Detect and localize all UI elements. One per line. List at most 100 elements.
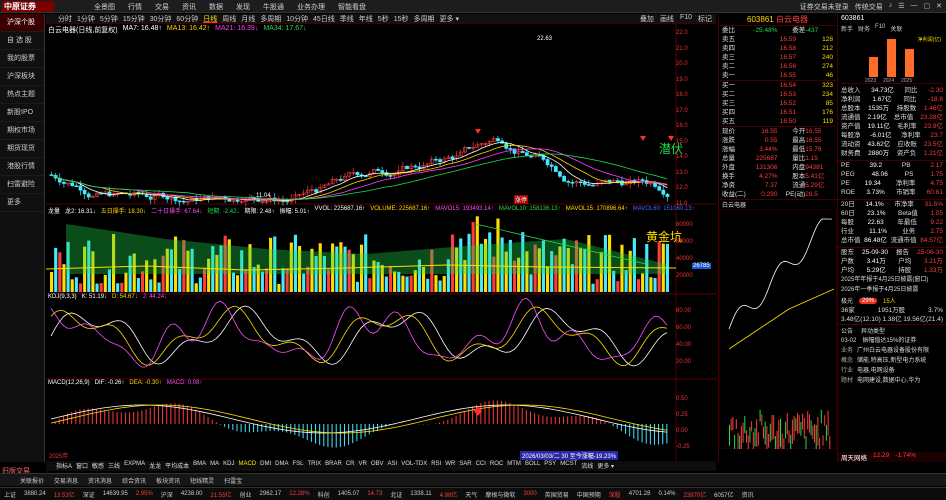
indicator-tab[interactable]: TRIX [308, 461, 322, 471]
indicator-tab[interactable]: 更多 ▾ [597, 461, 614, 471]
indicator-tab[interactable]: 龙龙 [149, 461, 161, 471]
sidebar-item[interactable]: 热点主题 [0, 86, 44, 104]
info-tab[interactable]: 关联报价 [20, 476, 44, 485]
nav-item[interactable]: 发现 [236, 2, 250, 12]
right-tab[interactable]: 关联 [890, 24, 902, 33]
indicator-tab[interactable]: 指标A [56, 461, 72, 471]
info-tab[interactable]: 资讯消息 [88, 476, 112, 485]
info-tab[interactable]: 交易消息 [54, 476, 78, 485]
sidebar-item[interactable]: 自 选 股 [0, 32, 44, 50]
indicator-tab[interactable]: 窗口 [76, 461, 88, 471]
window-control[interactable]: ♪ [889, 2, 893, 12]
nav-item[interactable]: 业务办理 [297, 2, 325, 12]
indicator-tab[interactable]: ASI [388, 461, 398, 471]
period-tab[interactable]: 月线 [241, 14, 255, 23]
indicator-tab[interactable]: 三线 [108, 461, 120, 471]
indicator-tab[interactable]: MA [210, 461, 219, 471]
indicator-tab[interactable]: DMI [260, 461, 271, 471]
price-axis-label: 20.0 [676, 61, 688, 67]
window-control[interactable]: — [911, 2, 918, 12]
nav-item[interactable]: 牛股通 [263, 2, 284, 12]
candle [314, 189, 318, 193]
right-tab[interactable]: F10 [875, 24, 885, 33]
info-tab[interactable]: 短线精灵 [190, 476, 214, 485]
toolbar-tab[interactable]: 标记 [698, 14, 712, 23]
period-tab[interactable]: 60分钟 [176, 14, 198, 23]
indicator-tab[interactable]: VR [359, 461, 367, 471]
indicator-tab[interactable]: CCI [476, 461, 486, 471]
period-tab[interactable]: 周线 [222, 14, 236, 23]
indicator-tab[interactable]: BRAR [325, 461, 342, 471]
indicator-tab[interactable]: FSL [292, 461, 303, 471]
period-tab[interactable]: 更多 ▾ [440, 14, 459, 23]
kline-chart[interactable] [46, 24, 716, 460]
period-tab[interactable]: 5分钟 [100, 14, 118, 23]
nav-item[interactable]: 数据 [209, 2, 223, 12]
indicator-tab[interactable]: MTM [507, 461, 521, 471]
indicator-tab[interactable]: WR [445, 461, 455, 471]
price-axis-label: 22.0 [676, 30, 688, 36]
indicator-tab[interactable]: EXPMA [124, 461, 145, 471]
indicator-tab[interactable]: 流线 [581, 461, 593, 471]
intraday-mini-chart[interactable] [718, 208, 838, 465]
top-link[interactable]: 证券交易未登录 [800, 2, 849, 12]
top-link[interactable]: 传统交易 [855, 2, 883, 12]
nav-item[interactable]: 交易 [155, 2, 169, 12]
indicator-tab[interactable]: BMA [193, 461, 206, 471]
nav-item[interactable]: 行情 [128, 2, 142, 12]
announce-tab[interactable]: 异动类型 [861, 326, 885, 335]
toolbar-tab[interactable]: F10 [680, 14, 692, 23]
period-tab[interactable]: 15分钟 [123, 14, 145, 23]
sidebar-item[interactable]: 期权市场 [0, 122, 44, 140]
sidebar-item[interactable]: 沪深板块 [0, 68, 44, 86]
sidebar-item[interactable]: 扫雷避险 [0, 176, 44, 194]
indicator-tab[interactable]: KDJ [223, 461, 234, 471]
indicator-tab[interactable]: VOL-TDX [401, 461, 427, 471]
sidebar-item[interactable]: 更多 [0, 194, 44, 212]
toolbar-tab[interactable]: 画线 [660, 14, 674, 23]
indicator-tab[interactable]: CR [346, 461, 355, 471]
indicator-tab[interactable]: BOLL [525, 461, 540, 471]
period-tab[interactable]: 季线 [340, 14, 354, 23]
window-control[interactable]: ✕ [936, 2, 942, 12]
indicator-tab[interactable]: DMA [275, 461, 288, 471]
indicator-tab[interactable]: PSY [544, 461, 556, 471]
right-tab[interactable]: 财务 [858, 24, 870, 33]
period-tab[interactable]: 45日线 [313, 14, 335, 23]
indicator-tab[interactable]: OBV [371, 461, 384, 471]
period-tab[interactable]: 年线 [359, 14, 373, 23]
period-tab[interactable]: 15秒 [394, 14, 409, 23]
period-tab[interactable]: 日线 [203, 14, 218, 23]
sidebar-item[interactable]: 期货现货 [0, 140, 44, 158]
indicator-tab[interactable]: ROC [490, 461, 503, 471]
indicator-tab[interactable]: MCST [560, 461, 577, 471]
period-tab[interactable]: 多周期 [260, 14, 281, 23]
period-tab[interactable]: 10分钟 [286, 14, 308, 23]
nav-item[interactable]: 智能看盘 [338, 2, 366, 12]
indicator-tab[interactable]: MACD [238, 461, 256, 471]
period-tab[interactable]: 分时 [58, 14, 72, 23]
nav-item[interactable]: 资讯 [182, 2, 196, 12]
info-tab[interactable]: 综合资讯 [122, 476, 146, 485]
sidebar-item[interactable]: 新股IPO [0, 104, 44, 122]
indicator-tab[interactable]: RSI [431, 461, 441, 471]
indicator-tab[interactable]: 平均成本 [165, 461, 189, 471]
right-tab[interactable]: 新手 [841, 24, 853, 33]
sidebar-item[interactable]: 沪深个股 [0, 14, 44, 32]
info-tab[interactable]: 扫雷宝 [224, 476, 242, 485]
indicator-tab[interactable]: 敏感 [92, 461, 104, 471]
period-tab[interactable]: 30分钟 [150, 14, 172, 23]
toolbar-tab[interactable]: 叠加 [640, 14, 654, 23]
period-tab[interactable]: 1分钟 [77, 14, 95, 23]
indicator-tab[interactable]: SAR [459, 461, 471, 471]
period-tab[interactable]: 5秒 [378, 14, 389, 23]
period-tab[interactable]: 多周期 [414, 14, 435, 23]
candle [355, 172, 360, 176]
window-control[interactable]: ☰ [898, 2, 904, 12]
window-control[interactable]: ▢ [924, 2, 931, 12]
info-tab[interactable]: 板块资讯 [156, 476, 180, 485]
nav-item[interactable]: 全景图 [94, 2, 115, 12]
announce-tab[interactable]: 公告 [841, 326, 853, 335]
sidebar-item[interactable]: 港股行情 [0, 158, 44, 176]
sidebar-item[interactable]: 我的股票 [0, 50, 44, 68]
